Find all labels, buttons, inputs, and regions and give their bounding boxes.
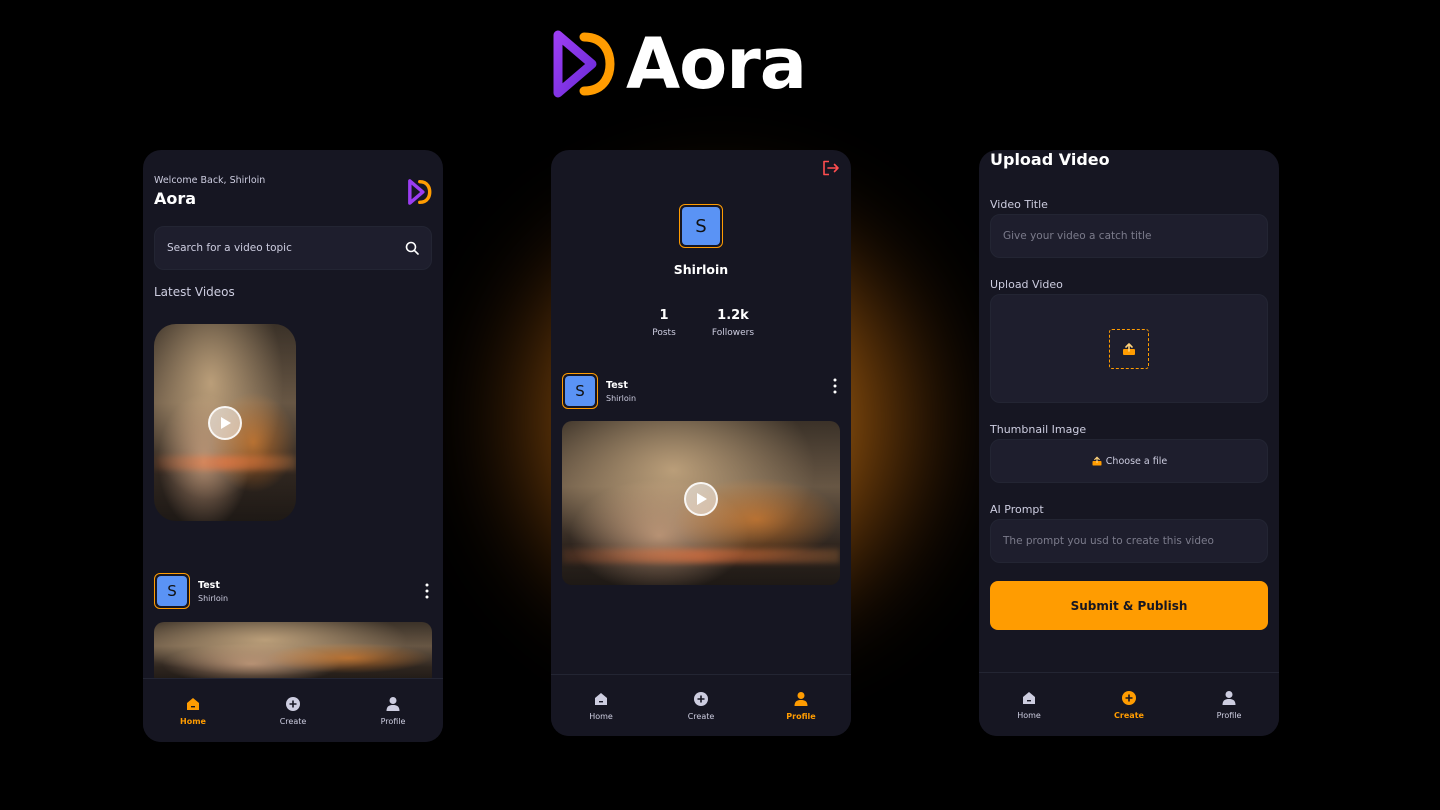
tab-label: Create [1114, 710, 1144, 720]
aora-logo-icon [408, 179, 432, 205]
tab-label: Home [1017, 710, 1041, 720]
stat-label: Posts [652, 328, 676, 338]
video-title-placeholder: Give your video a catch title [1003, 230, 1152, 242]
home-icon [595, 692, 607, 705]
stat-label: Followers [711, 328, 755, 338]
tab-label: Profile [380, 716, 406, 726]
tab-label: Home [589, 711, 613, 721]
choose-file-button[interactable]: Choose a file [990, 439, 1268, 483]
tab-home[interactable]: Home [989, 690, 1069, 720]
post-title: Test [606, 379, 628, 391]
post-author: Shirloin [198, 593, 229, 603]
brand-name: Aora [626, 23, 807, 105]
post-title: Test [198, 579, 220, 591]
profile-screen: S Shirloin 1 Posts 1.2k Followers S Test… [551, 150, 851, 736]
tab-bar: Home Create Profile [979, 672, 1279, 736]
avatar[interactable]: S [154, 573, 190, 609]
tab-create[interactable]: Create [1089, 690, 1169, 720]
video-title-input[interactable]: Give your video a catch title [990, 214, 1268, 258]
tab-label: Profile [786, 711, 816, 721]
avatar-letter: S [565, 376, 595, 406]
home-title: Aora [154, 189, 197, 208]
tab-label: Home [180, 716, 206, 726]
play-icon[interactable] [684, 482, 718, 516]
search-bar[interactable]: Search for a video topic [154, 226, 432, 270]
home-icon [1023, 691, 1035, 704]
post-author: Shirloin [606, 393, 637, 403]
logout-icon[interactable] [822, 160, 840, 176]
upload-icon [1123, 342, 1135, 355]
tab-profile[interactable]: Profile [761, 691, 841, 721]
create-screen: Upload Video Video Title Give your video… [979, 150, 1279, 736]
tab-label: Profile [1216, 710, 1242, 720]
more-options-icon[interactable] [832, 378, 838, 394]
tab-profile[interactable]: Profile [353, 696, 433, 726]
ai-prompt-label: AI Prompt [990, 503, 1044, 516]
stat-value: 1.2k [717, 308, 749, 323]
profile-avatar[interactable]: S [679, 204, 723, 248]
post-video-thumbnail[interactable] [562, 421, 840, 585]
avatar-letter: S [157, 576, 187, 606]
submit-publish-button[interactable]: Submit & Publish [990, 581, 1268, 630]
post-header: S Test Shirloin [154, 573, 432, 609]
upload-icon [1092, 456, 1102, 466]
welcome-text: Welcome Back, Shirloin [154, 175, 266, 186]
search-input[interactable]: Search for a video topic [167, 242, 292, 254]
tab-create[interactable]: Create [253, 696, 333, 726]
tab-home[interactable]: Home [561, 691, 641, 721]
upload-video-dropzone[interactable] [990, 294, 1268, 403]
thumbnail-label: Thumbnail Image [990, 423, 1087, 436]
stat-followers: 1.2k Followers [708, 308, 758, 338]
upload-box[interactable] [1109, 328, 1149, 369]
user-icon [386, 696, 400, 711]
search-icon[interactable] [405, 241, 419, 255]
page-title: Upload Video [990, 150, 1110, 169]
ai-prompt-input[interactable]: The prompt you usd to create this video [990, 519, 1268, 563]
ai-prompt-placeholder: The prompt you usd to create this video [1003, 535, 1214, 547]
stat-value: 1 [659, 308, 669, 323]
plus-circle-icon [1122, 690, 1136, 705]
home-screen: Welcome Back, Shirloin Aora Search for a… [143, 150, 443, 742]
aora-logo-icon [553, 30, 615, 98]
post-video-thumbnail[interactable] [154, 622, 432, 682]
user-icon [1222, 690, 1236, 705]
tab-label: Create [279, 716, 307, 726]
choose-file-label: Choose a file [1105, 455, 1168, 467]
stat-posts: 1 Posts [644, 308, 684, 338]
tab-bar: Home Create Profile [551, 674, 851, 736]
avatar[interactable]: S [562, 373, 598, 409]
play-icon[interactable] [208, 406, 242, 440]
tab-create[interactable]: Create [661, 691, 741, 721]
avatar-letter: S [682, 207, 720, 245]
post-header: S Test Shirloin [562, 373, 840, 409]
plus-circle-icon [286, 696, 300, 711]
upload-video-label: Upload Video [990, 278, 1063, 291]
tab-label: Create [687, 711, 715, 721]
more-options-icon[interactable] [424, 583, 430, 599]
user-icon [794, 691, 808, 706]
latest-video-card[interactable] [154, 324, 296, 521]
tab-bar: Home Create Profile [143, 678, 443, 742]
home-icon [187, 697, 199, 710]
video-title-label: Video Title [990, 198, 1048, 211]
profile-username: Shirloin [673, 262, 729, 277]
brand-header: Aora [548, 23, 807, 105]
tab-profile[interactable]: Profile [1189, 690, 1269, 720]
section-title: Latest Videos [154, 285, 235, 299]
tab-home[interactable]: Home [153, 696, 233, 726]
submit-label: Submit & Publish [1070, 598, 1188, 613]
plus-circle-icon [694, 691, 708, 706]
stats-row: 1 Posts 1.2k Followers [551, 308, 851, 338]
